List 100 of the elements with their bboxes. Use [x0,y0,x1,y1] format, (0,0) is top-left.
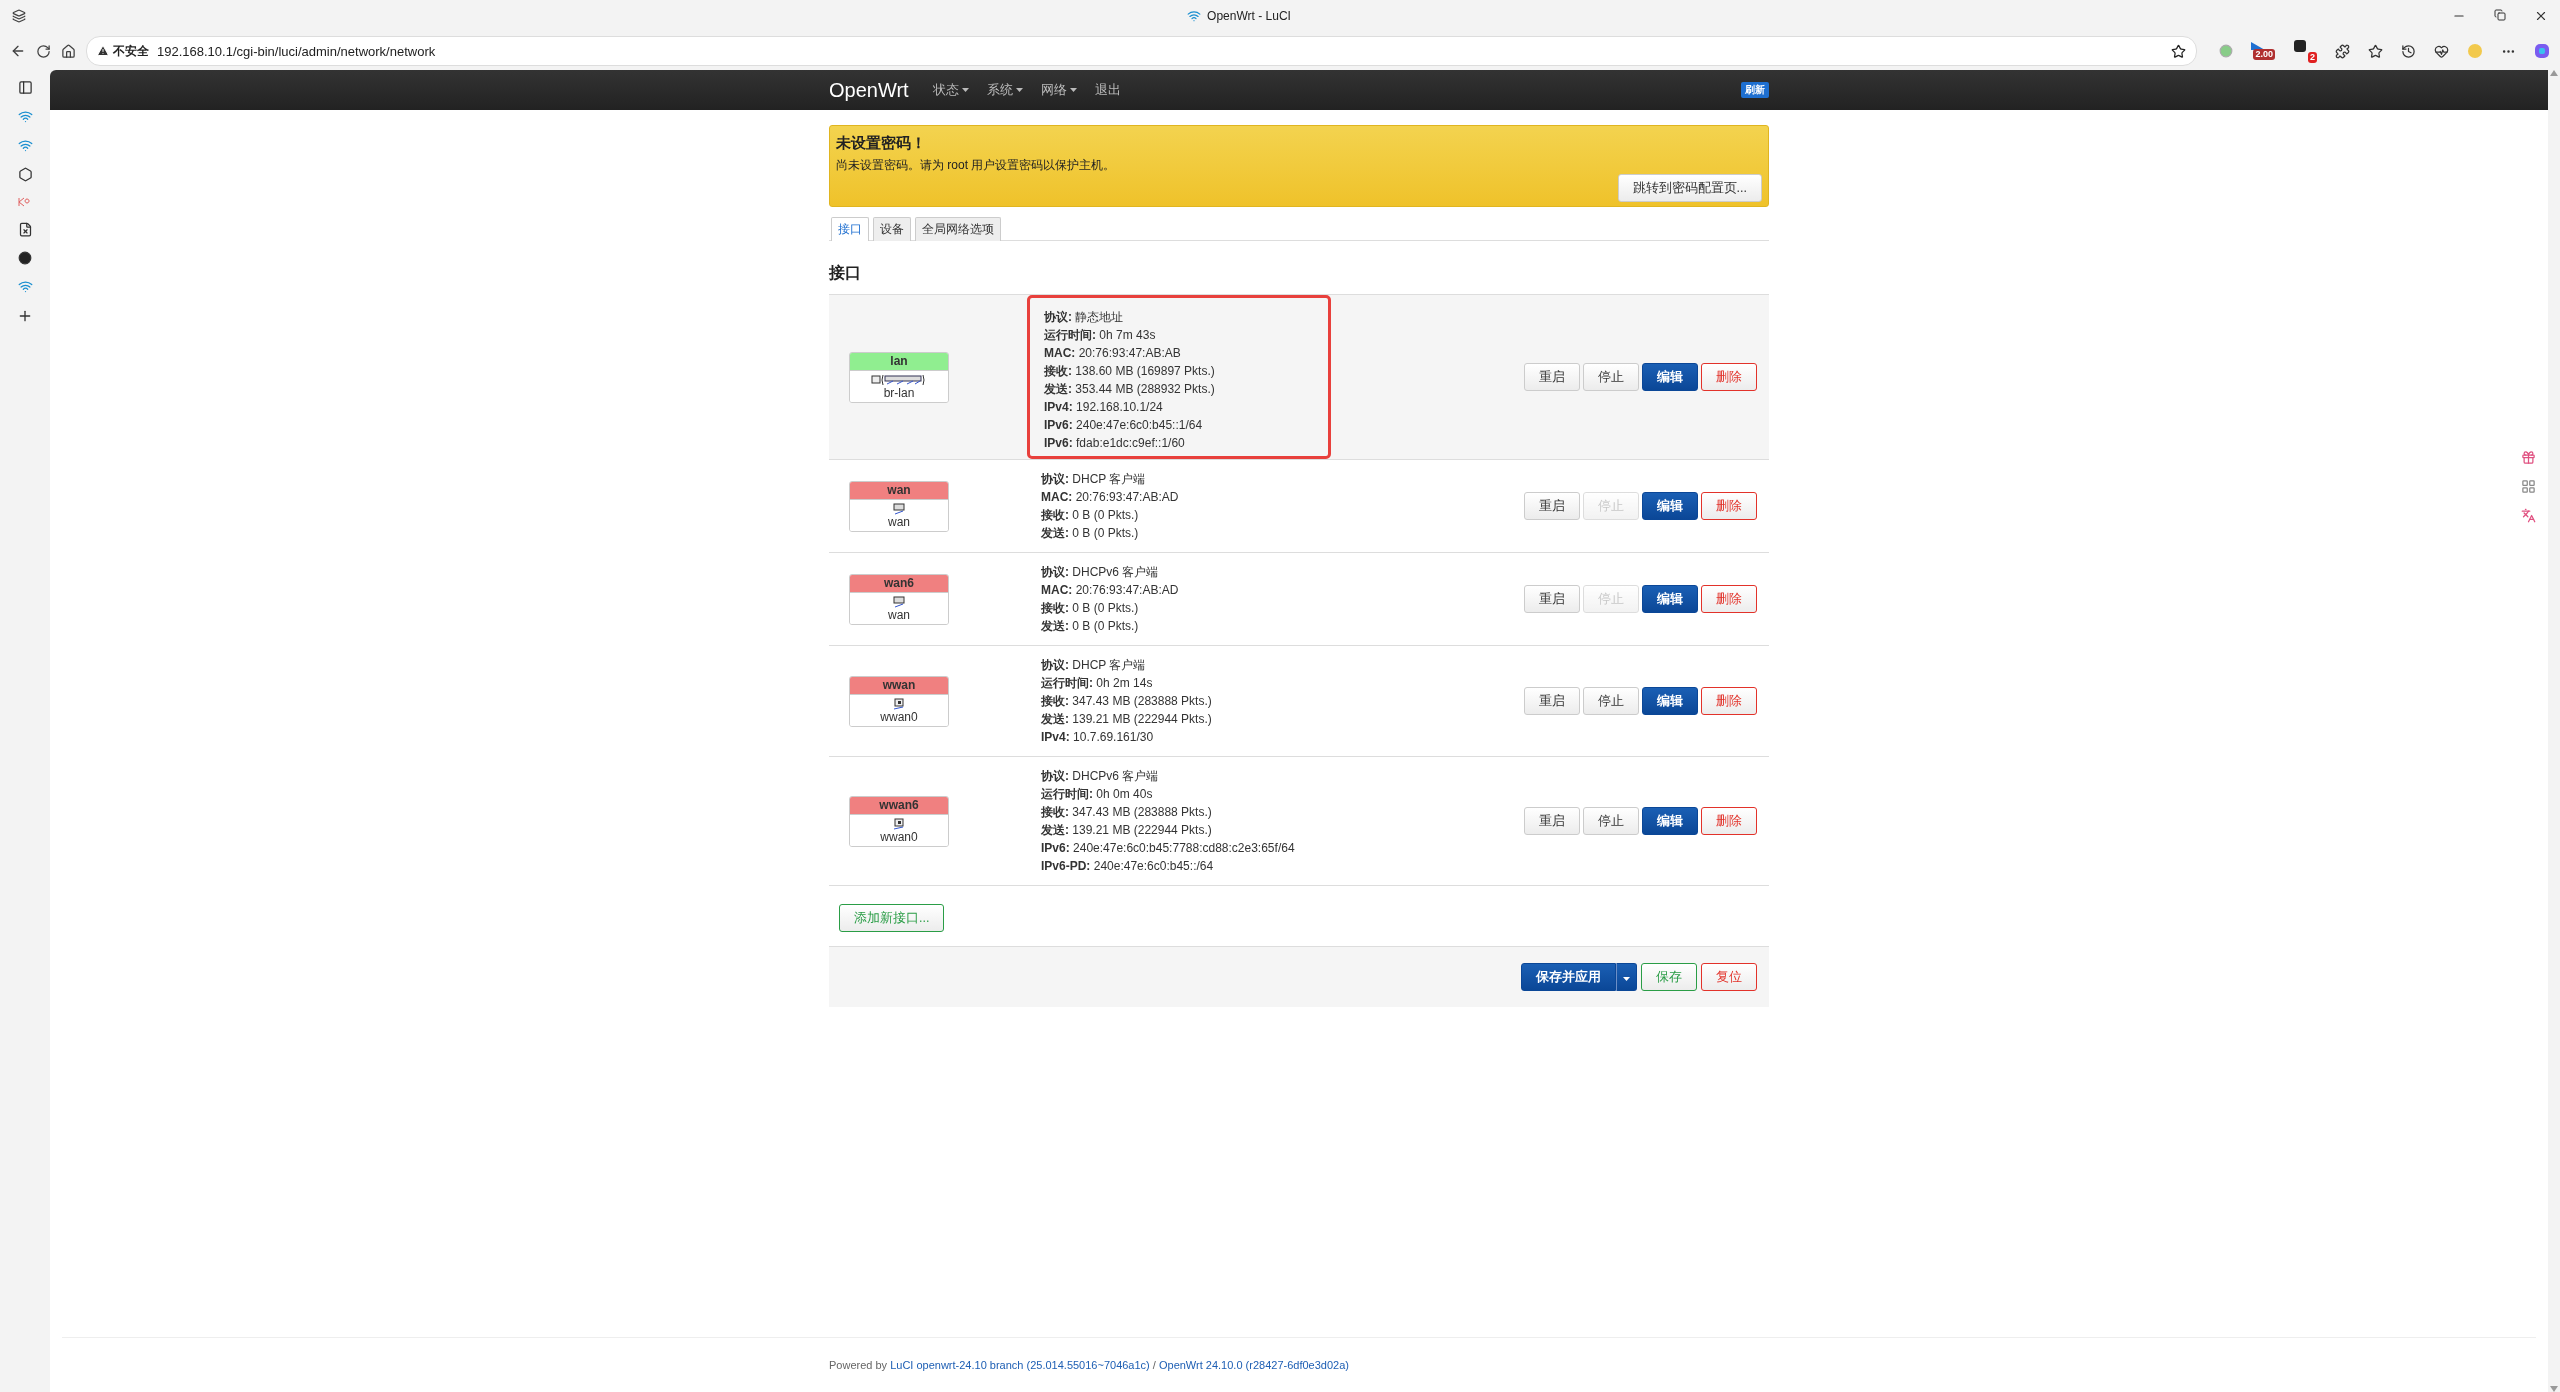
tab-actions-icon[interactable] [12,9,26,23]
address-bar[interactable]: 不安全 192.168.10.1/cgi-bin/luci/admin/network/network [86,36,2197,66]
action-button[interactable]: 停止 [1583,807,1639,835]
dropdown-button[interactable] [1616,963,1637,991]
extension-badge: 2 [2308,52,2317,63]
extensions-icon[interactable] [2335,43,2350,59]
network-adapter-icon [893,817,905,830]
status-line: 运行时间: 0h 2m 14s [1041,675,1154,692]
interface-badge: wan wan [849,480,949,532]
wifi-icon[interactable] [17,279,33,294]
tab[interactable]: 设备 [873,217,911,241]
tab[interactable]: 接口 [831,217,869,241]
wifi-icon[interactable] [17,138,33,153]
menu-item[interactable]: 状态 [932,81,969,99]
ethernet-port-icon [893,502,905,515]
action-button[interactable]: 重启 [1524,363,1580,391]
add-icon[interactable] [17,308,33,324]
form-button[interactable]: 复位 [1701,963,1757,991]
device-name: wan [888,607,910,622]
gift-icon[interactable] [2521,450,2536,465]
history-icon[interactable] [2401,43,2416,59]
window-title: OpenWrt - LuCI [1207,9,1291,23]
status-line: MAC: 20:76:93:47:AB:AB [1044,345,1182,362]
copilot-icon[interactable] [2534,43,2550,59]
interface-badge: wan6 wan [849,573,949,625]
action-button[interactable]: 删除 [1701,492,1757,520]
home-icon[interactable] [61,43,76,59]
action-button[interactable]: 编辑 [1642,687,1698,715]
action-button[interactable]: 编辑 [1642,363,1698,391]
status-line: 发送: 139.21 MB (222944 Pkts.) [1041,822,1213,839]
status-line: IPv6: fdab:e1dc:c9ef::1/60 [1044,435,1186,452]
favorite-star-icon[interactable] [2171,43,2186,59]
warning-icon [97,45,109,57]
interface-badge: wwan6 wwan0 [849,795,949,847]
circle-icon[interactable] [18,251,32,265]
interface-badge: lan br-lan [849,351,949,403]
extension-badge: 2.00 [2253,49,2275,60]
reload-icon[interactable] [36,43,51,59]
extension-dot-icon[interactable] [2219,44,2233,58]
status-line: 协议: DHCP 客户端 [1041,471,1147,488]
action-button[interactable]: 删除 [1701,585,1757,613]
action-button[interactable]: 删除 [1701,687,1757,715]
hexagon-icon[interactable] [17,167,33,182]
status-line: IPv6: 240e:47e:6c0:b45::1/64 [1044,417,1204,434]
file-icon[interactable] [17,222,33,237]
status-line: 接收: 0 B (0 Pkts.) [1041,600,1140,617]
status-line: 接收: 347.43 MB (283888 Pkts.) [1041,693,1212,710]
key-icon[interactable] [18,196,32,208]
status-line: MAC: 20:76:93:47:AB:AD [1041,582,1179,599]
extension-icon[interactable]: 2.00 [2251,42,2275,60]
password-config-button[interactable]: 跳转到密码配置页... [1617,174,1762,202]
menu-item[interactable]: 网络 [1040,81,1077,99]
save-apply-button[interactable]: 保存并应用 [1521,963,1616,991]
wifi-icon[interactable] [17,109,33,124]
luci-link[interactable]: LuCI openwrt-24.10 branch (25.014.55016~7046a1c) [890,1359,1150,1371]
action-button[interactable]: 停止 [1583,687,1639,715]
section-title: 接口 [829,263,862,283]
status-line: IPv6: 240e:47e:6c0:b45:7788:cd88:c2e3:65f/64 [1041,840,1295,857]
menu-item[interactable]: 系统 [986,81,1023,99]
extension-icon[interactable]: 2 [2293,39,2317,63]
back-icon[interactable] [10,43,26,59]
apps-icon[interactable] [2521,479,2536,494]
refresh-badge[interactable]: 刷新 [1741,82,1769,98]
status-line: 协议: DHCPv6 客户端 [1041,564,1160,581]
favorites-icon[interactable] [2368,43,2383,59]
status-line: 协议: DHCP 客户端 [1041,657,1147,674]
action-button[interactable]: 编辑 [1642,492,1698,520]
status-line: 接收: 138.60 MB (169897 Pkts.) [1044,363,1216,380]
action-button[interactable]: 停止 [1583,363,1639,391]
status-line: MAC: 20:76:93:47:AB:AD [1041,489,1179,506]
action-button[interactable]: 重启 [1524,492,1580,520]
tab[interactable]: 全局网络选项 [915,217,1001,241]
status-line: 发送: 139.21 MB (222944 Pkts.) [1041,711,1212,728]
close-icon[interactable] [2534,9,2548,23]
action-button[interactable]: 重启 [1524,807,1580,835]
url-text: 192.168.10.1/cgi-bin/luci/admin/network/network [157,43,437,59]
alert-title: 未设置密码！ [836,134,927,153]
bridge-ports-icon [871,373,927,386]
device-name: wan [888,514,910,529]
action-button[interactable]: 编辑 [1642,585,1698,613]
heart-pulse-icon[interactable] [2434,43,2449,59]
status-line: 发送: 0 B (0 Pkts.) [1041,618,1140,635]
scroll-down-icon[interactable] [2550,1386,2558,1392]
restore-icon[interactable] [2494,9,2506,21]
action-button[interactable]: 编辑 [1642,807,1698,835]
scroll-up-icon[interactable] [2550,70,2558,76]
action-button[interactable]: 重启 [1524,687,1580,715]
action-button[interactable]: 删除 [1701,807,1757,835]
action-button[interactable]: 删除 [1701,363,1757,391]
openwrt-link[interactable]: OpenWrt 24.10.0 (r28427-6df0e3d02a) [1158,1359,1349,1371]
status-line: 协议: 静态地址 [1044,309,1125,326]
status-line: IPv6-PD: 240e:47e:6c0:b45::/64 [1041,858,1215,875]
action-button[interactable]: 重启 [1524,585,1580,613]
site-icon [1187,9,1202,23]
sidebar-panel-icon[interactable] [17,80,33,95]
menu-item[interactable]: 退出 [1094,81,1121,99]
brand-logo[interactable]: OpenWrt [829,78,909,102]
translate-icon[interactable] [2521,508,2536,523]
status-line: 接收: 0 B (0 Pkts.) [1041,507,1140,524]
caret-icon [1015,88,1023,92]
